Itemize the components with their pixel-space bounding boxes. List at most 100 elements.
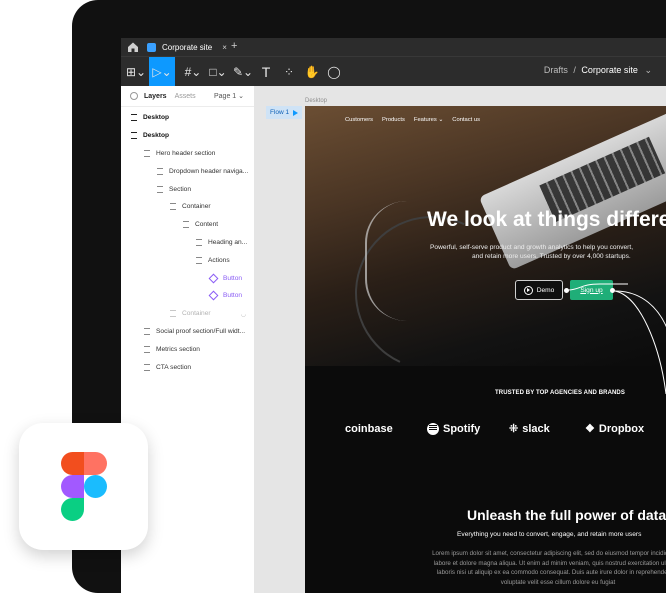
home-icon[interactable] bbox=[127, 41, 139, 53]
component-instance-icon bbox=[208, 290, 219, 301]
hero-headline[interactable]: We look at things differen bbox=[427, 208, 666, 232]
layer-row[interactable]: Desktop bbox=[121, 127, 254, 145]
logo-spotify: Spotify bbox=[427, 422, 509, 435]
layer-row[interactable]: Heading an... bbox=[121, 234, 254, 252]
site-nav: Customers Products Features ⌄ Contact us bbox=[345, 117, 480, 123]
demo-label: Demo bbox=[536, 286, 555, 294]
main-menu-icon[interactable]: ⊞⌄ bbox=[125, 57, 147, 87]
page-selector[interactable]: Page 1 ⌄ bbox=[214, 92, 244, 100]
frame-icon bbox=[131, 132, 137, 140]
flow-label: Flow 1 bbox=[270, 109, 290, 116]
layer-label: Section bbox=[169, 185, 191, 193]
hidden-icon[interactable]: ◡ bbox=[241, 310, 247, 318]
layer-label: Dropdown header naviga... bbox=[169, 167, 249, 175]
frame-label[interactable]: Desktop bbox=[305, 98, 327, 104]
layers-panel-header: Layers Assets Page 1 ⌄ bbox=[121, 86, 254, 107]
resources-icon[interactable]: ⁘ bbox=[281, 57, 297, 87]
layer-row[interactable]: Desktop bbox=[121, 109, 254, 127]
layer-row[interactable]: Content bbox=[121, 216, 254, 234]
nav-contact[interactable]: Contact us bbox=[452, 117, 480, 123]
auto-layout-icon bbox=[144, 327, 150, 335]
logo-slack-text: slack bbox=[522, 422, 550, 435]
play-icon[interactable] bbox=[293, 109, 299, 116]
layer-label: Button bbox=[223, 292, 243, 300]
instance-icon bbox=[157, 167, 163, 175]
layer-label: Container bbox=[182, 203, 211, 211]
logo-coinbase-text: coinbase bbox=[345, 422, 393, 435]
layer-row[interactable]: Hero header section bbox=[121, 145, 254, 163]
logo-slack: ⁜ slack bbox=[509, 422, 585, 436]
spotify-icon bbox=[427, 422, 439, 435]
frame-icon bbox=[170, 310, 176, 318]
frame-icon bbox=[183, 221, 189, 229]
layer-row[interactable]: Container bbox=[121, 198, 254, 216]
layer-label: Social proof section/Full widt... bbox=[156, 327, 246, 335]
pen-tool-icon[interactable]: ✎⌄ bbox=[231, 57, 255, 87]
shape-tool-icon[interactable]: □⌄ bbox=[207, 57, 229, 87]
prototype-connectors bbox=[567, 283, 666, 395]
layer-label: Hero header section bbox=[156, 149, 216, 157]
features-title: Unleash the full power of data bbox=[467, 507, 666, 523]
file-tab[interactable]: Corporate site × bbox=[147, 38, 227, 56]
slack-icon: ⁜ bbox=[509, 423, 519, 435]
features-subtitle: Everything you need to convert, engage, … bbox=[457, 531, 642, 538]
text-tool-icon[interactable]: T bbox=[258, 57, 274, 87]
tab-bar: Corporate site × + bbox=[121, 38, 666, 56]
layer-row[interactable]: Button bbox=[121, 269, 254, 287]
search-icon[interactable] bbox=[130, 92, 138, 100]
layer-row[interactable]: Metrics section bbox=[121, 340, 254, 358]
connector-node[interactable] bbox=[564, 288, 569, 293]
frame-icon bbox=[157, 185, 163, 193]
play-circle-icon bbox=[523, 285, 533, 295]
connector-node[interactable] bbox=[610, 288, 615, 293]
nav-products[interactable]: Products bbox=[382, 117, 405, 123]
breadcrumb-file[interactable]: Corporate site bbox=[581, 65, 638, 75]
layer-row[interactable]: Social proof section/Full widt... bbox=[121, 323, 254, 341]
logo-row: coinbase Spotify ⁜ slack ❖ Dropbox bbox=[345, 422, 666, 435]
chevron-down-icon[interactable]: ⌄ bbox=[644, 65, 652, 75]
layer-row[interactable]: Button bbox=[121, 287, 254, 305]
frame-icon bbox=[170, 203, 176, 211]
layer-row[interactable]: Dropdown header naviga... bbox=[121, 162, 254, 180]
comment-tool-icon[interactable]: ◯ bbox=[326, 57, 342, 87]
layer-row[interactable]: CTA section bbox=[121, 358, 254, 376]
flow-starting-point[interactable]: Flow 1 bbox=[266, 106, 303, 119]
logo-dropbox-text: Dropbox bbox=[598, 422, 645, 435]
new-tab-button[interactable]: + bbox=[231, 40, 237, 52]
layer-label: Desktop bbox=[143, 132, 170, 140]
frame-tool-icon[interactable]: #⌄ bbox=[181, 57, 205, 87]
demo-button[interactable]: Demo bbox=[515, 280, 563, 300]
figma-app-icon bbox=[19, 423, 148, 550]
move-tool-icon[interactable]: ▷⌄ bbox=[149, 57, 175, 87]
close-tab-icon[interactable]: × bbox=[222, 43, 227, 52]
layer-row[interactable]: Actions bbox=[121, 251, 254, 269]
frame-icon bbox=[131, 114, 137, 122]
breadcrumb-separator: / bbox=[573, 65, 576, 75]
nav-features[interactable]: Features ⌄ bbox=[414, 117, 443, 123]
component-instance-icon bbox=[208, 273, 219, 284]
layer-row[interactable]: Container ◡ bbox=[121, 305, 254, 323]
tab-assets[interactable]: Assets bbox=[175, 93, 196, 100]
frame-icon bbox=[144, 149, 150, 157]
file-icon bbox=[147, 42, 156, 52]
hero-subtitle-line2: and retain more users. Trusted by over 4… bbox=[472, 253, 631, 260]
nav-customers[interactable]: Customers bbox=[345, 117, 373, 123]
desktop-frame[interactable]: Customers Products Features ⌄ Contact us… bbox=[305, 106, 666, 593]
frame-icon bbox=[196, 238, 202, 246]
frame-icon bbox=[144, 363, 150, 371]
logo-spotify-text: Spotify bbox=[443, 422, 481, 435]
tab-layers[interactable]: Layers bbox=[144, 93, 167, 100]
trusted-heading: TRUSTED BY TOP AGENCIES AND BRANDS bbox=[495, 390, 625, 396]
layer-label: Content bbox=[195, 221, 219, 229]
dropbox-icon: ❖ bbox=[585, 423, 595, 435]
breadcrumb-drafts[interactable]: Drafts bbox=[544, 65, 568, 75]
logo-coinbase: coinbase bbox=[345, 423, 427, 435]
figma-logo-icon bbox=[61, 452, 107, 521]
hand-tool-icon[interactable]: ✋ bbox=[303, 57, 321, 87]
layer-label: Desktop bbox=[143, 114, 170, 122]
layer-row[interactable]: Section bbox=[121, 180, 254, 198]
breadcrumb: Drafts / Corporate site ⌄ bbox=[544, 65, 652, 76]
toolbar: ⊞⌄ ▷⌄ #⌄ □⌄ ✎⌄ T ⁘ ✋ ◯ Drafts / Corporat… bbox=[121, 56, 666, 87]
layer-label: Metrics section bbox=[156, 345, 200, 353]
features-body: Lorem ipsum dolor sit amet, consectetur … bbox=[432, 550, 666, 586]
